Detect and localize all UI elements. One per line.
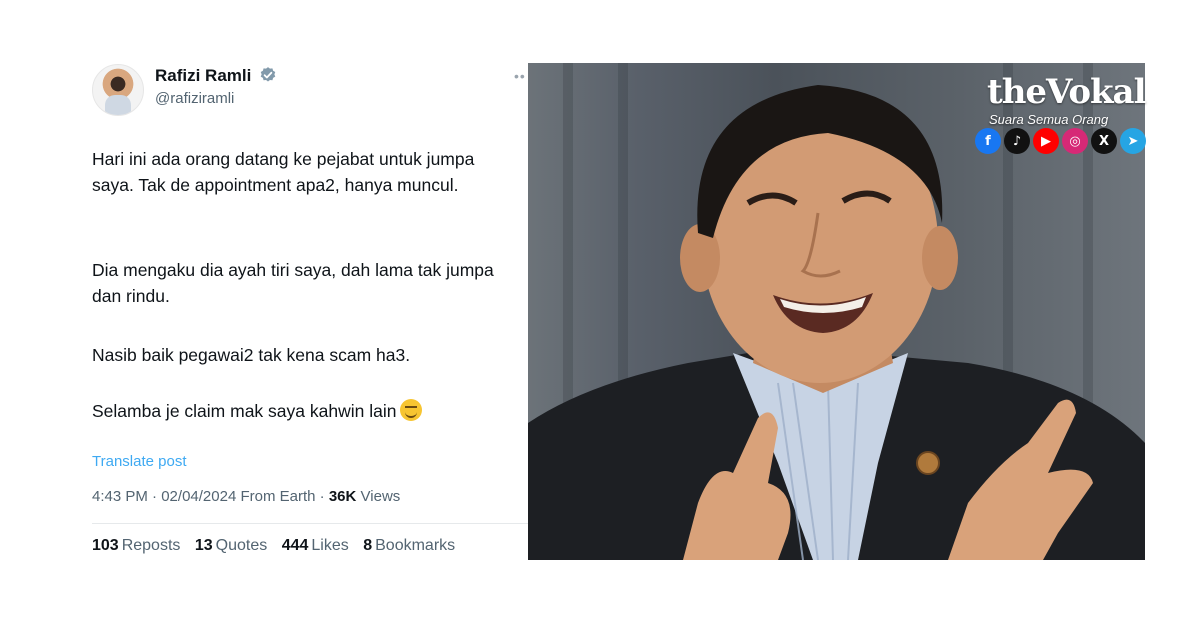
quotes-count: 13 — [194, 537, 213, 554]
avatar[interactable] — [92, 64, 144, 116]
brand-logo[interactable]: theVokal — [987, 72, 1146, 112]
quotes-stat[interactable]: 13 Quotes — [195, 537, 267, 554]
views-label: Views — [360, 488, 401, 505]
tweet-paragraph: Nasib baik pegawai2 tak kena scam ha3. — [92, 345, 411, 365]
author-handle[interactable]: @rafiziramli — [155, 90, 234, 107]
verified-badge-icon — [260, 67, 276, 82]
facebook-icon[interactable]: f — [975, 128, 1001, 154]
reposts-stat[interactable]: 103 Reposts — [92, 537, 180, 554]
tiktok-icon[interactable]: ♪ — [1004, 128, 1030, 154]
author-name[interactable]: Rafizi Ramli — [155, 66, 251, 86]
instagram-icon[interactable]: ◎ — [1062, 128, 1088, 154]
x-icon[interactable]: X — [1091, 128, 1117, 154]
likes-label: Likes — [311, 537, 349, 554]
social-icons: f ♪ ▶ ◎ X ➤ — [975, 128, 1146, 154]
laughing-emoji-icon — [400, 399, 423, 421]
tweet-meta: 4:43 PM · 02/04/2024 From Earth · 36K Vi… — [92, 488, 400, 505]
divider — [92, 523, 528, 524]
meta-separator: · — [319, 488, 329, 505]
engagement-stats: 103 Reposts 13 Quotes 444 Likes 8 Bookmarks — [92, 537, 465, 555]
youtube-icon[interactable]: ▶ — [1033, 128, 1059, 154]
bookmarks-count: 8 — [363, 537, 373, 554]
meta-separator: · — [152, 488, 162, 505]
bookmarks-label: Bookmarks — [375, 537, 456, 554]
tweet-card: Rafizi Ramli @rafiziramli •• Hari ini ad… — [78, 58, 528, 568]
likes-count: 444 — [281, 537, 309, 554]
bookmarks-stat[interactable]: 8 Bookmarks — [363, 537, 455, 554]
more-options-icon[interactable]: •• — [514, 68, 526, 84]
tweet-paragraph-last: Selamba je claim mak saya kahwin lain — [92, 398, 512, 424]
translate-post-link[interactable]: Translate post — [92, 453, 187, 470]
tweet-paragraph-text: Selamba je claim mak saya kahwin lain — [92, 401, 397, 421]
tweet-date[interactable]: 02/04/2024 — [161, 488, 236, 505]
views-count: 36K — [328, 488, 357, 505]
tweet-time[interactable]: 4:43 PM — [92, 488, 148, 505]
brand-tagline: Suara Semua Orang — [989, 112, 1109, 127]
likes-stat[interactable]: 444 Likes — [282, 537, 349, 554]
tweet-source: From Earth — [240, 488, 316, 505]
tweet-paragraph: Dia mengaku dia ayah tiri saya, dah lama… — [92, 260, 494, 306]
quotes-label: Quotes — [215, 537, 268, 554]
tweet-paragraph: Hari ini ada orang datang ke pejabat unt… — [92, 149, 475, 195]
reposts-count: 103 — [92, 537, 119, 554]
telegram-icon[interactable]: ➤ — [1120, 128, 1146, 154]
reposts-label: Reposts — [121, 537, 181, 554]
